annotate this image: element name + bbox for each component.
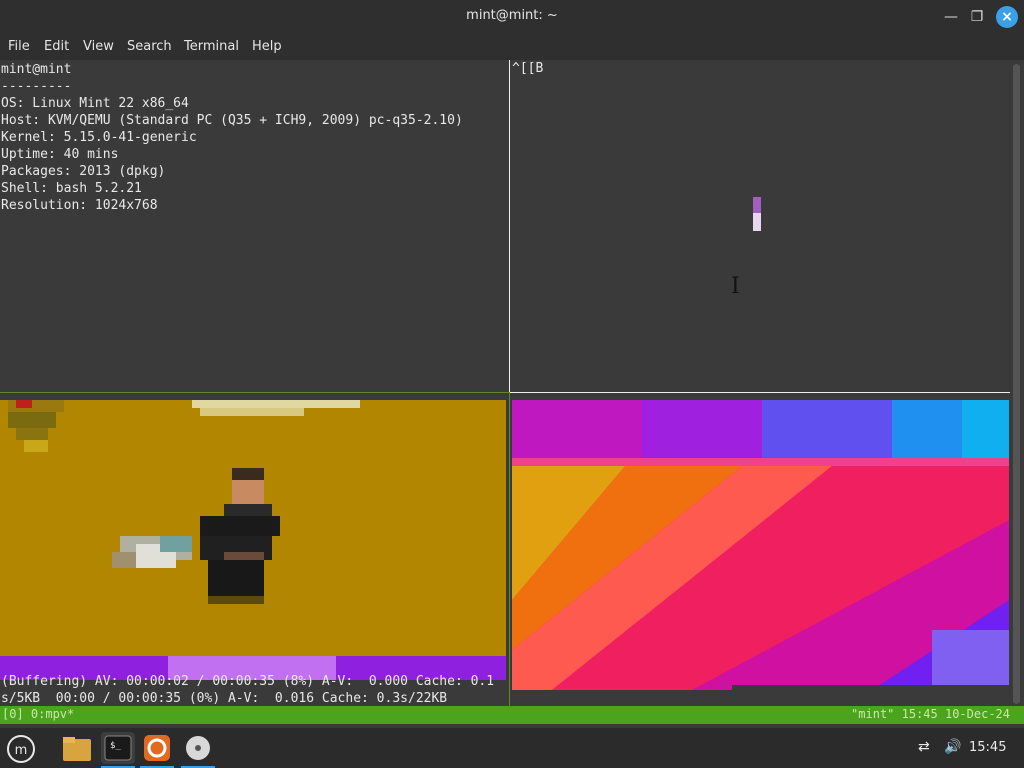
window-title: mint@mint: ~ xyxy=(466,8,558,23)
neofetch-line: Host: KVM/QEMU (Standard PC (Q35 + ICH9,… xyxy=(1,113,463,128)
mpv-video-right xyxy=(512,400,1009,690)
pane-divider-vertical[interactable] xyxy=(509,392,510,706)
neofetch-line: Uptime: 40 mins xyxy=(1,147,119,162)
maximize-button[interactable]: ❐ xyxy=(966,6,988,28)
terminal-icon[interactable]: $_ xyxy=(101,732,135,768)
mpv-status-line: (Buffering) AV: 00:00:02 / 00:00:35 (8%)… xyxy=(1,674,495,689)
menu-bar: File Edit View Search Terminal Help xyxy=(0,34,1024,60)
escape-sequence-text: ^[[B xyxy=(512,61,544,76)
menu-file[interactable]: File xyxy=(8,39,30,54)
neofetch-line: --------- xyxy=(1,79,72,94)
menu-terminal[interactable]: Terminal xyxy=(184,39,239,54)
menu-help[interactable]: Help xyxy=(252,39,282,54)
tmux-pane-neofetch[interactable]: mint@mint --------- OS: Linux Mint 22 x8… xyxy=(0,60,508,392)
tmux-window-list[interactable]: [0] 0:mpv* xyxy=(2,707,74,721)
firefox-icon[interactable] xyxy=(140,732,174,768)
menu-edit[interactable]: Edit xyxy=(44,39,69,54)
menu-view[interactable]: View xyxy=(83,39,114,54)
close-button[interactable]: × xyxy=(996,6,1018,28)
mpv-status-line: s/5KB 00:00 / 00:00:35 (0%) A-V: 0.016 C… xyxy=(1,691,448,706)
terminal-scrollbar[interactable] xyxy=(1013,64,1020,704)
window-titlebar[interactable]: mint@mint: ~ — ❐ × xyxy=(0,0,1024,34)
clock[interactable]: 15:45 xyxy=(969,740,1006,755)
minimize-button[interactable]: — xyxy=(940,6,962,28)
taskbar: m $_ ⇄ 🔊 15:45 xyxy=(0,728,1024,768)
tmux-status-bar: [0] 0:mpv* "mint" 15:45 10-Dec-24 xyxy=(0,706,1024,724)
files-icon[interactable] xyxy=(60,732,94,764)
menu-search[interactable]: Search xyxy=(127,39,172,54)
neofetch-line: Resolution: 1024x768 xyxy=(1,198,158,213)
neofetch-line: OS: Linux Mint 22 x86_64 xyxy=(1,96,189,111)
mpv-video-left xyxy=(0,400,506,680)
neofetch-line: Shell: bash 5.2.21 xyxy=(1,181,142,196)
terminal-area[interactable]: mint@mint --------- OS: Linux Mint 22 x8… xyxy=(0,60,1024,728)
menu-icon[interactable]: m xyxy=(4,732,38,764)
disc-icon[interactable] xyxy=(181,732,215,768)
tmux-pane-shell[interactable]: ^[[B I xyxy=(512,60,1008,392)
ibeam-cursor-icon: I xyxy=(731,274,740,299)
pane-divider-vertical[interactable] xyxy=(509,60,510,392)
neofetch-line: Kernel: 5.15.0-41-generic xyxy=(1,130,197,145)
tmux-status-right: "mint" 15:45 10-Dec-24 xyxy=(851,707,1010,721)
text-cursor xyxy=(753,197,761,231)
pane-divider-horizontal[interactable] xyxy=(0,392,509,393)
volume-icon[interactable]: 🔊 xyxy=(944,739,961,755)
svg-text:$_: $_ xyxy=(110,741,121,751)
neofetch-line: mint@mint xyxy=(1,62,72,77)
pane-divider-horizontal[interactable] xyxy=(510,392,1010,393)
svg-text:m: m xyxy=(15,743,28,758)
network-disconnected-icon[interactable]: ⇄ xyxy=(918,739,930,755)
neofetch-line: Packages: 2013 (dpkg) xyxy=(1,164,166,179)
